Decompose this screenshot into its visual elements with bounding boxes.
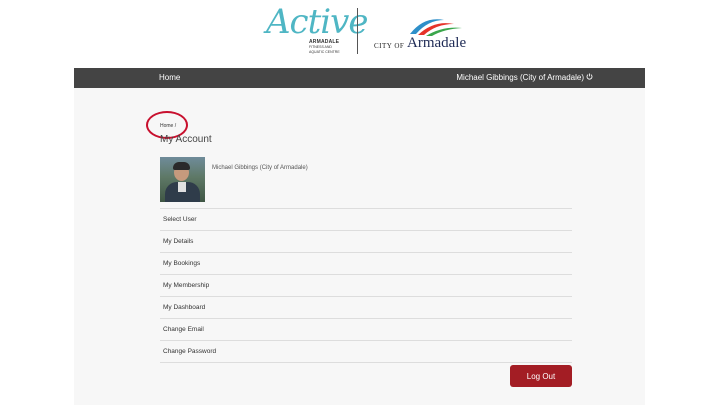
nav-home-link[interactable]: Home xyxy=(159,68,180,88)
menu-item-my-dashboard[interactable]: My Dashboard xyxy=(160,297,572,319)
menu-item-change-email[interactable]: Change Email xyxy=(160,319,572,341)
active-logo-script: Active xyxy=(266,2,368,42)
power-icon[interactable] xyxy=(586,73,593,80)
menu-item-my-membership[interactable]: My Membership xyxy=(160,275,572,297)
avatar-shirt xyxy=(178,182,186,192)
breadcrumb: Home / xyxy=(160,123,176,129)
menu-item-change-password[interactable]: Change Password xyxy=(160,341,572,363)
profile-name: Michael Gibbings (City of Armadale) xyxy=(212,165,308,171)
avatar xyxy=(160,157,205,202)
logout-button[interactable]: Log Out xyxy=(510,365,572,387)
city-of-armadale-logo[interactable]: CITY OF Armadale xyxy=(372,14,472,56)
breadcrumb-separator: / xyxy=(174,123,177,129)
avatar-hair xyxy=(173,162,190,170)
account-panel: Home / My Account Michael Gibbings (City… xyxy=(74,88,645,405)
site-header: Active ARMADALE FITNESS AND AQUATIC CENT… xyxy=(0,0,720,68)
active-logo-line3: AQUATIC CENTRE xyxy=(309,50,340,54)
city-logo-name: Armadale xyxy=(407,35,467,51)
account-menu: Select User My Details My Bookings My Me… xyxy=(160,208,572,363)
page-title: My Account xyxy=(160,134,212,145)
breadcrumb-home-link[interactable]: Home xyxy=(160,123,173,129)
menu-item-my-bookings[interactable]: My Bookings xyxy=(160,253,572,275)
menu-item-my-details[interactable]: My Details xyxy=(160,231,572,253)
nav-user-name[interactable]: Michael Gibbings (City of Armadale) xyxy=(456,68,584,88)
city-logo-prefix: CITY OF xyxy=(374,42,405,50)
top-navbar: Home Michael Gibbings (City of Armadale) xyxy=(74,68,645,88)
active-logo-line2: FITNESS AND xyxy=(309,45,332,49)
logo-divider xyxy=(357,8,358,54)
menu-item-select-user[interactable]: Select User xyxy=(160,209,572,231)
active-armadale-logo[interactable]: Active ARMADALE FITNESS AND AQUATIC CENT… xyxy=(266,2,368,54)
